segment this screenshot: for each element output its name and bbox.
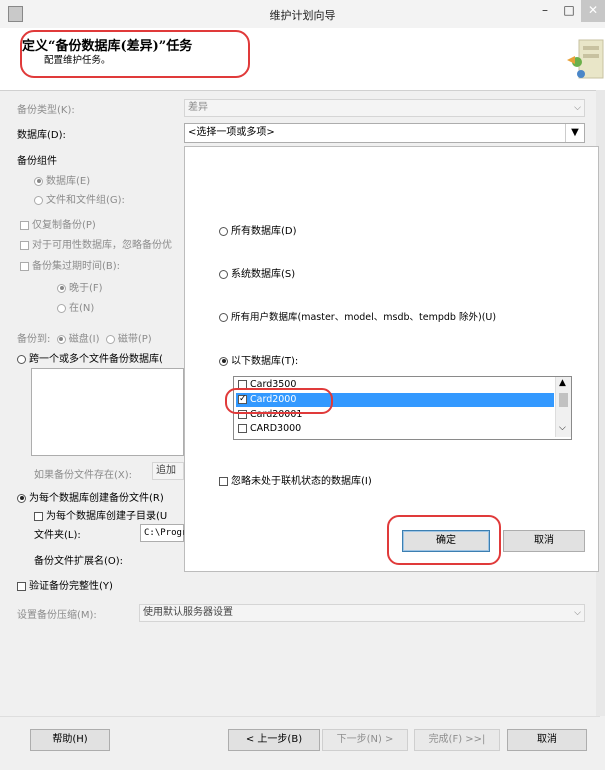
- minimize-button[interactable]: –: [532, 0, 558, 22]
- list-item[interactable]: CARD3000: [236, 422, 554, 436]
- cancel-button[interactable]: 取消: [507, 729, 587, 751]
- selection-annotation: [225, 388, 333, 414]
- availability-checkbox: 对于可用性数据库，忽略备份优: [20, 236, 172, 251]
- help-button[interactable]: 帮助(H): [30, 729, 110, 751]
- chevron-down-icon: ⌵: [574, 103, 581, 113]
- backup-type-value: 差异: [188, 102, 208, 113]
- compression-label: 设置备份压缩(M):: [17, 610, 97, 621]
- system-databases-radio[interactable]: 系统数据库(S): [219, 265, 295, 280]
- database-select-value: <选择一项或多项>: [188, 127, 275, 138]
- next-button: 下一步(N) >: [322, 729, 408, 751]
- ignore-offline-checkbox[interactable]: 忽略未处于联机状态的数据库(I): [219, 472, 372, 487]
- database-label: 数据库(D):: [17, 130, 66, 141]
- user-databases-radio[interactable]: 所有用户数据库(master、model、msdb、tempdb 除外)(U): [219, 309, 496, 323]
- extension-label: 备份文件扩展名(O):: [34, 556, 124, 567]
- compression-combo: 使用默认服务器设置 ⌵: [139, 604, 585, 622]
- popup-cancel-button[interactable]: 取消: [503, 530, 585, 552]
- if-exists-label: 如果备份文件存在(X):: [34, 470, 133, 481]
- chevron-down-icon: ⌵: [574, 608, 581, 618]
- back-button[interactable]: < 上一步(B): [228, 729, 320, 751]
- close-button[interactable]: ✕: [581, 0, 605, 22]
- expire-on-radio: 在(N): [57, 299, 94, 314]
- scroll-down-icon[interactable]: ⌵: [559, 423, 566, 433]
- expire-after-radio: 晚于(F): [57, 279, 103, 294]
- wizard-graphic-icon: [567, 39, 604, 79]
- span-files-radio[interactable]: 跨一个或多个文件备份数据库(: [17, 350, 163, 365]
- window-title: 维护计划向导: [269, 9, 336, 22]
- ok-annotation: [387, 515, 501, 565]
- verify-checkbox[interactable]: 验证备份完整性(Y): [17, 577, 113, 592]
- scroll-up-icon[interactable]: ▲: [559, 378, 566, 388]
- list-scrollbar[interactable]: ▲ ⌵: [555, 377, 571, 437]
- component-database-radio: 数据库(E): [34, 172, 90, 187]
- backup-files-list[interactable]: [31, 368, 184, 456]
- title-bar: 维护计划向导 – □ ✕: [0, 0, 605, 29]
- title-annotation: [20, 30, 250, 78]
- if-exists-combo: 追加: [152, 462, 184, 480]
- these-databases-radio[interactable]: 以下数据库(T):: [219, 352, 298, 367]
- database-select[interactable]: <选择一项或多项> ▼: [184, 123, 585, 143]
- dropdown-arrow-icon[interactable]: ▼: [565, 124, 584, 142]
- scroll-thumb[interactable]: [559, 393, 568, 407]
- all-databases-radio[interactable]: 所有数据库(D): [219, 222, 297, 237]
- create-per-db-radio[interactable]: 为每个数据库创建备份文件(R): [17, 489, 164, 504]
- copy-only-checkbox: 仅复制备份(P): [20, 216, 96, 231]
- folder-label: 文件夹(L):: [34, 530, 81, 541]
- backup-type-label: 备份类型(K):: [17, 105, 75, 116]
- folder-input[interactable]: C:\Progr: [140, 524, 187, 542]
- maximize-button[interactable]: □: [558, 0, 580, 22]
- expire-checkbox: 备份集过期时间(B):: [20, 257, 120, 272]
- backup-type-combo: 差异 ⌵: [184, 99, 585, 117]
- backup-component-label: 备份组件: [17, 156, 57, 167]
- create-subdir-checkbox[interactable]: 为每个数据库创建子目录(U: [34, 507, 167, 522]
- backup-to-row: 备份到: 磁盘(I) 磁带(P): [17, 334, 152, 345]
- finish-button: 完成(F) >>|: [414, 729, 500, 751]
- component-files-radio: 文件和文件组(G):: [34, 191, 125, 206]
